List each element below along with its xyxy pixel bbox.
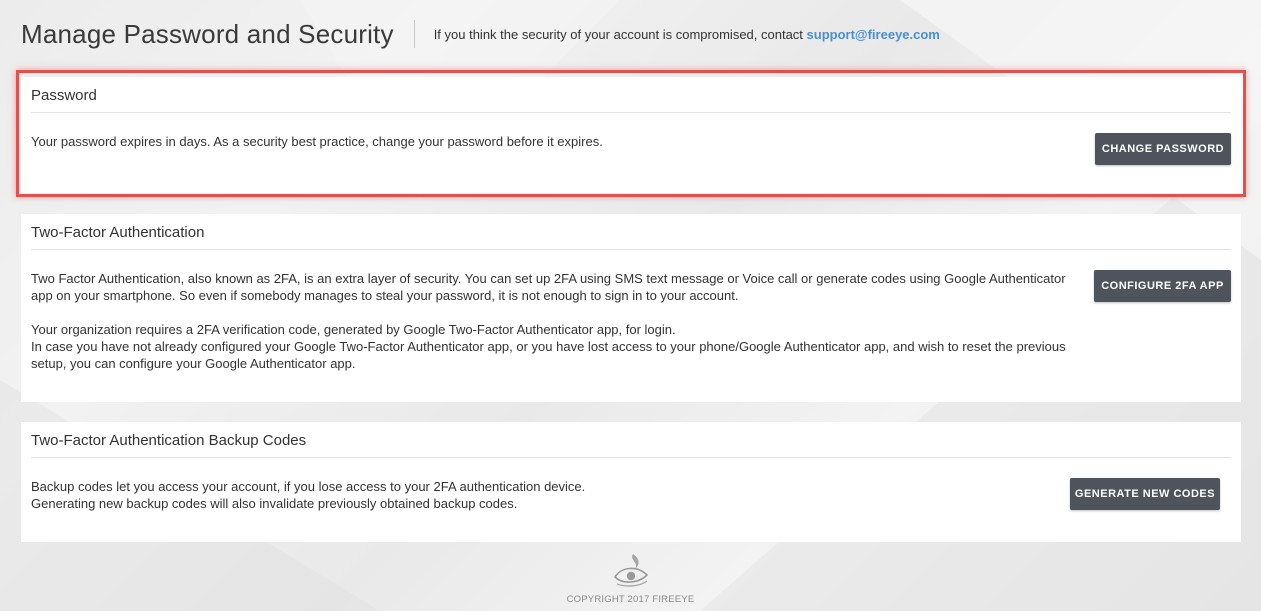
backup-codes-warning-text: Generating new backup codes will also in… (31, 496, 518, 511)
generate-new-codes-button[interactable]: GENERATE NEW CODES (1070, 478, 1220, 510)
security-contact-note: If you think the security of your accoun… (434, 27, 940, 42)
card-divider (31, 457, 1231, 458)
fireeye-logo-icon (613, 554, 649, 587)
backup-codes-info-text: Backup codes let you access your account… (31, 479, 586, 494)
backup-codes-card: Two-Factor Authentication Backup Codes B… (21, 422, 1241, 542)
backup-codes-description: Backup codes let you access your account… (31, 478, 585, 512)
twofa-card: Two-Factor Authentication Two Factor Aut… (21, 214, 1241, 402)
highlight-frame (16, 70, 1246, 197)
card-divider (31, 249, 1231, 250)
page-header: Manage Password and Security If you thin… (21, 14, 940, 54)
copyright-text: COPYRIGHT 2017 FIREEYE (566, 594, 695, 605)
support-email-link[interactable]: support@fireeye.com (807, 27, 940, 42)
header-divider (413, 20, 415, 48)
twofa-requirement-text: Your organization requires a 2FA verific… (31, 322, 676, 337)
page-title: Manage Password and Security (21, 18, 394, 49)
twofa-intro-text: Two Factor Authentication, also known as… (31, 271, 1066, 303)
twofa-description: Two Factor Authentication, also known as… (31, 270, 1081, 372)
security-contact-text: If you think the security of your accoun… (433, 26, 803, 42)
configure-2fa-button[interactable]: CONFIGURE 2FA APP (1094, 270, 1231, 302)
twofa-reset-text: In case you have not already configured … (31, 339, 1066, 371)
backup-codes-title: Two-Factor Authentication Backup Codes (31, 432, 307, 449)
twofa-title: Two-Factor Authentication (31, 224, 205, 241)
